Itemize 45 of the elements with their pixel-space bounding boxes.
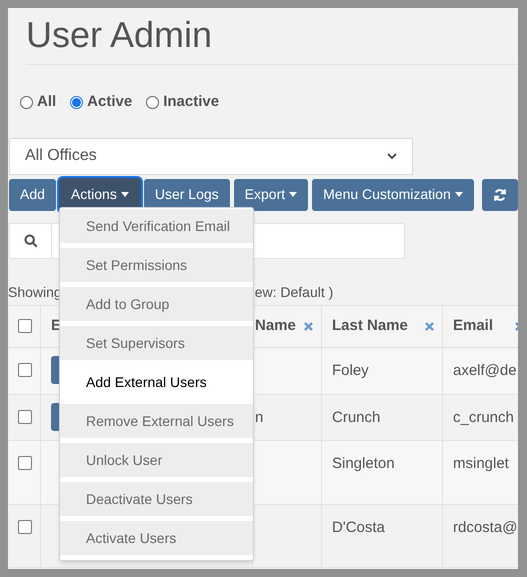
menu-item[interactable]: Deactivate Users xyxy=(60,482,253,516)
menu-item[interactable]: Send Verification Email xyxy=(60,209,253,243)
row-checkbox[interactable] xyxy=(18,410,32,424)
table-cell: Foley xyxy=(332,362,369,378)
dropdown-button[interactable]: Actions xyxy=(60,178,140,210)
status-radio[interactable]: Inactive xyxy=(146,91,220,114)
row-checkbox[interactable] xyxy=(18,362,32,376)
column-header[interactable]: Name xyxy=(255,314,296,338)
row-checkbox[interactable] xyxy=(18,520,32,534)
caret-icon xyxy=(289,192,298,197)
menu-item[interactable]: Add to Group xyxy=(60,287,253,321)
row-checkbox[interactable] xyxy=(18,456,32,470)
status-radio[interactable]: Active xyxy=(70,91,132,114)
table-cell: Singleton xyxy=(332,454,395,472)
menu-item[interactable]: Remove External Users xyxy=(60,404,253,438)
status-radio[interactable]: All xyxy=(20,91,56,114)
menu-item[interactable]: Set Supervisors xyxy=(60,326,253,360)
page-title: User Admin xyxy=(26,13,212,57)
column-header[interactable]: Email xyxy=(453,314,494,338)
chevron-down-icon xyxy=(387,152,397,160)
table-cell: D'Costa xyxy=(332,518,385,536)
search-icon xyxy=(24,234,38,248)
refresh-icon xyxy=(492,188,507,202)
office-select[interactable]: All Offices xyxy=(9,138,413,174)
caret-icon xyxy=(120,192,129,197)
table-cell: msinglet xyxy=(453,454,509,472)
refresh-button[interactable] xyxy=(482,178,518,210)
table-cell: axelf@de xyxy=(453,362,517,378)
caret-icon xyxy=(454,192,463,197)
menu-item[interactable]: Unlock User xyxy=(60,443,253,477)
table-cell: n xyxy=(255,408,264,426)
table-cell: rdcosta@ xyxy=(453,518,518,536)
toolbar-button[interactable]: Add xyxy=(9,178,56,210)
table-cell: c_crunch xyxy=(453,408,514,426)
column-header[interactable]: Last Name xyxy=(332,314,408,338)
view-text: ew: Default ) xyxy=(254,282,334,300)
remove-column-icon[interactable] xyxy=(425,322,434,330)
table-cell: Crunch xyxy=(332,408,380,426)
menu-item[interactable]: Activate Users xyxy=(60,521,253,555)
remove-column-icon[interactable] xyxy=(304,322,313,330)
select-all-checkbox[interactable] xyxy=(18,319,32,333)
menu-item[interactable]: Set Permissions xyxy=(60,248,253,282)
menu-item[interactable]: Add External Users xyxy=(60,365,253,399)
dropdown-button[interactable]: Export xyxy=(234,178,308,210)
dropdown-button[interactable]: Menu Customization xyxy=(312,178,474,210)
